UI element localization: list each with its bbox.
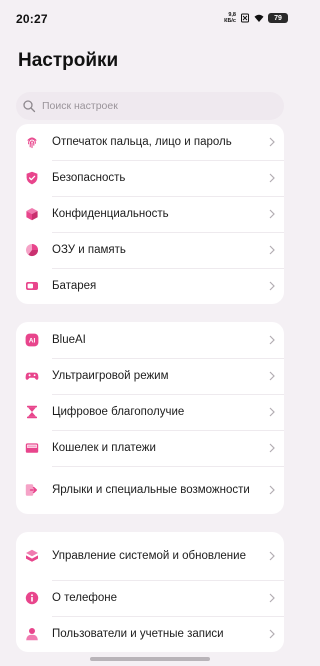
settings-item-label: Ярлыки и специальные возможности [52, 484, 250, 496]
settings-item-label: Кошелек и платежи [52, 442, 156, 454]
svg-text:AI: AI [29, 338, 36, 345]
settings-item-about-phone[interactable]: О телефоне [16, 580, 284, 616]
settings-item-battery[interactable]: Батарея [16, 268, 284, 304]
wifi-icon [254, 14, 264, 22]
chevron-right-icon [269, 551, 275, 561]
user-icon [26, 628, 38, 641]
network-speed: 9,8 КБ/с [224, 12, 236, 24]
search-bar[interactable] [16, 92, 284, 120]
chevron-right-icon [269, 443, 275, 453]
settings-item-shortcuts-accessibility[interactable]: Ярлыки и специальные возможности [16, 466, 284, 514]
settings-item-label: Отпечаток пальца, лицо и пароль [52, 136, 232, 148]
chevron-right-icon [269, 173, 275, 183]
chevron-right-icon [269, 137, 275, 147]
settings-item-label: Цифровое благополучие [52, 406, 185, 418]
settings-item-fingerprint[interactable]: Отпечаток пальца, лицо и пароль [16, 124, 284, 160]
chevron-right-icon [269, 407, 275, 417]
chevron-right-icon [269, 209, 275, 219]
chevron-right-icon [269, 593, 275, 603]
settings-item-users-accounts[interactable]: Пользователи и учетные записи [16, 616, 284, 652]
status-bar: 20:27 9,8 КБ/с 79 [0, 0, 300, 26]
network-speed-unit: КБ/с [224, 18, 236, 24]
chevron-right-icon [269, 371, 275, 381]
battery-indicator: 79 [268, 13, 288, 23]
settings-group-features: AI BlueAI Ультраигровой режим Цифровое б… [16, 322, 284, 514]
settings-item-label: Пользователи и учетные записи [52, 628, 224, 640]
settings-item-ultra-game-mode[interactable]: Ультраигровой режим [16, 358, 284, 394]
settings-item-security[interactable]: Безопасность [16, 160, 284, 196]
settings-item-label: О телефоне [52, 592, 118, 604]
settings-item-label: Управление системой и обновление [52, 550, 246, 562]
settings-item-label: ОЗУ и память [52, 244, 126, 256]
wallet-icon [25, 443, 39, 453]
settings-item-wallet[interactable]: Кошелек и платежи [16, 430, 284, 466]
chevron-right-icon [269, 245, 275, 255]
settings-group-security: Отпечаток пальца, лицо и пароль Безопасн… [16, 124, 284, 304]
chevron-right-icon [269, 485, 275, 495]
status-icons: 9,8 КБ/с 79 [224, 12, 288, 24]
no-sim-icon [241, 13, 249, 23]
settings-item-blueai[interactable]: AI BlueAI [16, 322, 284, 358]
settings-group-system: Управление системой и обновление О телеф… [16, 532, 284, 652]
hourglass-icon [27, 405, 37, 419]
settings-item-label: Конфиденциальность [52, 208, 169, 220]
chevron-right-icon [269, 335, 275, 345]
settings-item-label: Ультраигровой режим [52, 370, 169, 382]
shield-icon [26, 171, 38, 185]
page-title: Настройки [18, 50, 119, 71]
fingerprint-icon [27, 137, 37, 149]
gamepad-icon [25, 372, 39, 380]
shortcut-icon [25, 484, 37, 496]
info-icon [25, 591, 39, 605]
system-update-icon [26, 549, 38, 562]
settings-item-privacy[interactable]: Конфиденциальность [16, 196, 284, 232]
settings-item-label: Батарея [52, 280, 97, 292]
pie-chart-icon [26, 244, 38, 256]
search-icon [23, 100, 36, 113]
settings-item-label: Безопасность [52, 172, 126, 184]
home-indicator[interactable] [90, 657, 210, 661]
battery-icon [26, 282, 38, 290]
search-input[interactable] [42, 98, 272, 114]
chevron-right-icon [269, 281, 275, 291]
settings-item-digital-wellbeing[interactable]: Цифровое благополучие [16, 394, 284, 430]
privacy-cube-icon [26, 208, 38, 221]
settings-item-system-update[interactable]: Управление системой и обновление [16, 532, 284, 580]
settings-item-label: BlueAI [52, 334, 86, 346]
status-time: 20:27 [16, 12, 48, 26]
ai-icon: AI [25, 333, 39, 347]
settings-item-ram-storage[interactable]: ОЗУ и память [16, 232, 284, 268]
chevron-right-icon [269, 629, 275, 639]
